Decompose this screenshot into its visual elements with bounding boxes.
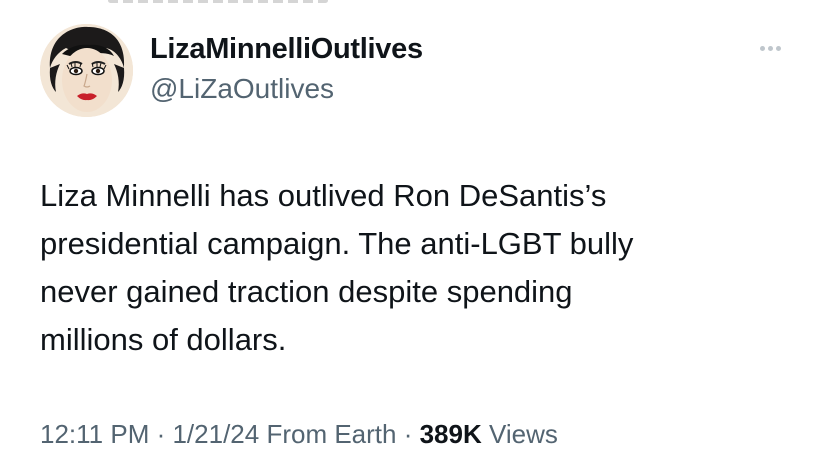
- more-dots-icon: [759, 45, 765, 51]
- tweet-time[interactable]: 12:11 PM: [40, 419, 149, 449]
- meta-separator: ·: [396, 419, 420, 449]
- previous-content-fragment: [108, 0, 328, 8]
- author-display-name[interactable]: LizaMinnelliOutlives: [150, 32, 423, 66]
- tweet-date[interactable]: 1/21/24: [172, 419, 259, 449]
- more-dots-icon: [775, 45, 781, 51]
- tweet-text-line: never gained traction despite spending: [40, 274, 573, 309]
- tweet-text-line: millions of dollars.: [40, 322, 287, 357]
- tweet-source: From Earth: [266, 419, 397, 449]
- meta-separator: ·: [149, 419, 173, 449]
- tweet-text-line: presidential campaign. The anti-LGBT bul…: [40, 226, 634, 261]
- author-handle[interactable]: @LiZaOutlives: [150, 73, 334, 105]
- tweet-text-line: Liza Minnelli has outlived Ron DeSantis’…: [40, 178, 607, 213]
- tweet-meta: 12:11 PM · 1/21/24 From Earth · 389K Vie…: [40, 417, 558, 451]
- tweet-text: Liza Minnelli has outlived Ron DeSantis’…: [40, 172, 800, 364]
- more-dots-icon: [767, 45, 773, 51]
- views-count[interactable]: 389K: [420, 419, 482, 449]
- avatar[interactable]: [40, 24, 133, 117]
- avatar-portrait-icon: [40, 24, 133, 117]
- views-label[interactable]: Views: [482, 419, 558, 449]
- more-options-button[interactable]: [752, 36, 788, 60]
